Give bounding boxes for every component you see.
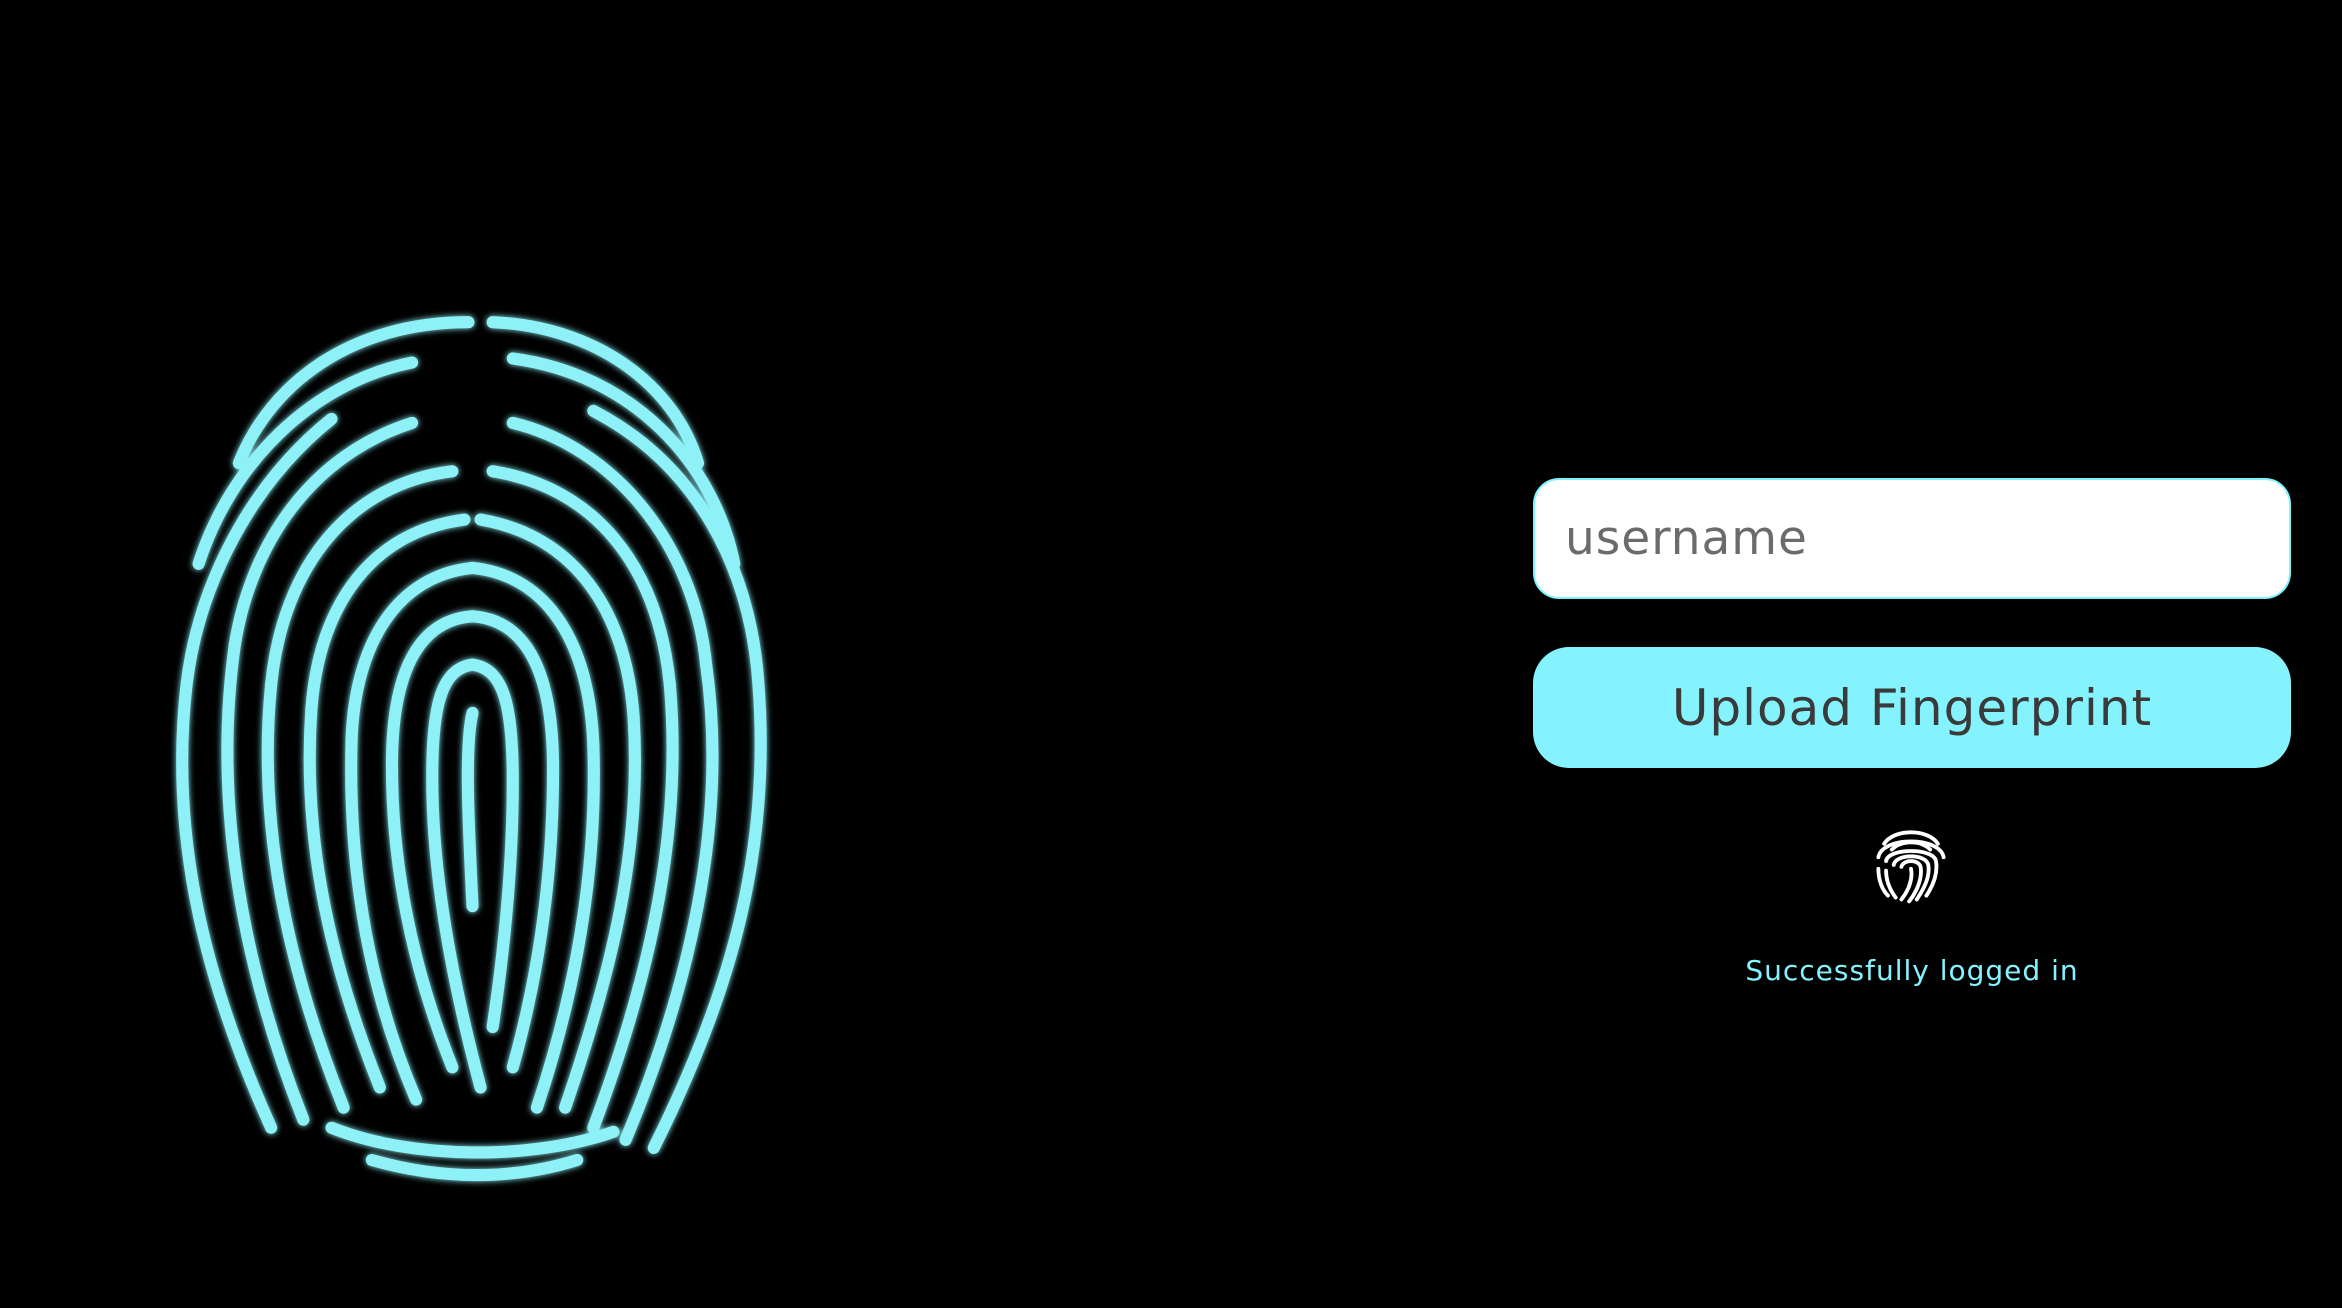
fingerprint-illustration [110,250,835,1200]
fingerprint-status-icon [1863,815,1959,911]
login-screen: Upload Fingerprint Successfully logged i… [0,0,2342,1308]
login-panel: Upload Fingerprint [1533,478,2291,768]
fingerprint-icon [176,316,767,1182]
username-input[interactable] [1533,478,2291,599]
upload-fingerprint-button[interactable]: Upload Fingerprint [1533,647,2291,768]
login-status-message: Successfully logged in [1745,954,2079,987]
